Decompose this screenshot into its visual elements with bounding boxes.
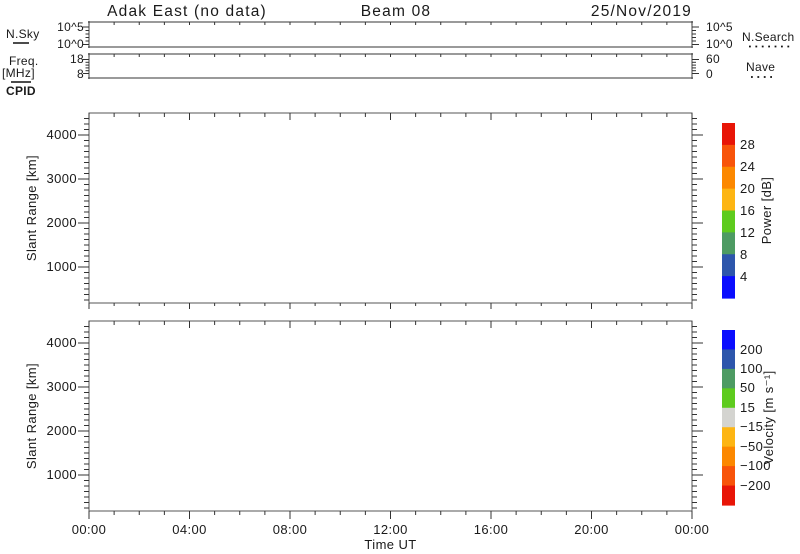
cpid-label: CPID	[6, 84, 36, 98]
velocity-cbtick-50: 50	[740, 380, 755, 395]
freq-right-tick-bottom: 0	[706, 67, 713, 81]
velocity-ytick-2000: 2000	[46, 423, 77, 438]
velocity-panel-frame	[89, 321, 692, 511]
power-cbtick-4: 4	[740, 269, 748, 284]
superdarn-summary-plot: Adak East (no data) Beam 08 25/Nov/2019 …	[0, 0, 800, 554]
xtick-0000-left: 00:00	[72, 522, 107, 537]
power-cbtick-28: 28	[740, 137, 755, 152]
date-label: 25/Nov/2019	[591, 3, 692, 20]
plot-canvas: Adak East (no data) Beam 08 25/Nov/2019 …	[0, 0, 800, 554]
velocity-ytick-1000: 1000	[46, 467, 77, 482]
nsearch-legend-label: N.Search	[742, 30, 794, 44]
freq-left-tick-bottom: 8	[77, 67, 84, 81]
nsky-left-tick-top: 10^5	[57, 20, 84, 34]
nsky-left-tick-bottom: 10^0	[57, 37, 84, 51]
axis-ticks	[78, 22, 703, 519]
power-ytick-1000: 1000	[46, 259, 77, 274]
velocity-colorbar	[722, 330, 735, 506]
power-cbtick-20: 20	[740, 181, 755, 196]
velocity-cbtick-m200: −200	[740, 478, 771, 493]
freq-legend-label-2: [MHz]	[2, 66, 35, 80]
velocity-cbtick-m15: −15	[740, 419, 763, 434]
beam-label: Beam 08	[361, 3, 431, 20]
xtick-0400: 04:00	[172, 522, 207, 537]
xtick-0000-right: 00:00	[675, 522, 710, 537]
xaxis-title: Time UT	[364, 537, 416, 552]
power-cbtick-8: 8	[740, 247, 748, 262]
power-ytick-2000: 2000	[46, 215, 77, 230]
velocity-cbtick-100: 100	[740, 361, 763, 376]
velocity-yaxis-title: Slant Range [km]	[24, 363, 39, 469]
velocity-ytick-3000: 3000	[46, 379, 77, 394]
velocity-cbtick-200: 200	[740, 342, 763, 357]
power-cbtick-16: 16	[740, 203, 755, 218]
velocity-cbtick-15: 15	[740, 400, 755, 415]
xtick-1600: 16:00	[474, 522, 509, 537]
nsky-panel-frame	[88, 21, 693, 48]
power-colorbar-title: Power [dB]	[759, 177, 774, 245]
velocity-colorbar-title: Velocity [m s⁻¹]	[761, 370, 776, 464]
velocity-cbtick-m50: −50	[740, 439, 763, 454]
nsky-legend-label: N.Sky	[6, 27, 40, 41]
power-yaxis-title: Slant Range [km]	[24, 155, 39, 261]
xtick-1200: 12:00	[373, 522, 408, 537]
power-ytick-3000: 3000	[46, 171, 77, 186]
freq-left-tick-top: 18	[70, 52, 84, 66]
velocity-ytick-4000: 4000	[46, 335, 77, 350]
power-cbtick-24: 24	[740, 159, 755, 174]
page-title: Adak East (no data)	[107, 3, 267, 20]
power-cbtick-12: 12	[740, 225, 755, 240]
nsky-right-tick-bottom: 10^0	[706, 37, 733, 51]
power-panel-frame	[89, 113, 692, 303]
xtick-0800: 08:00	[273, 522, 308, 537]
freq-right-tick-top: 60	[706, 52, 720, 66]
nave-legend-label: Nave	[746, 60, 775, 74]
power-ytick-4000: 4000	[46, 127, 77, 142]
xtick-2000: 20:00	[574, 522, 609, 537]
power-colorbar	[722, 123, 735, 299]
nsky-right-tick-top: 10^5	[706, 20, 733, 34]
